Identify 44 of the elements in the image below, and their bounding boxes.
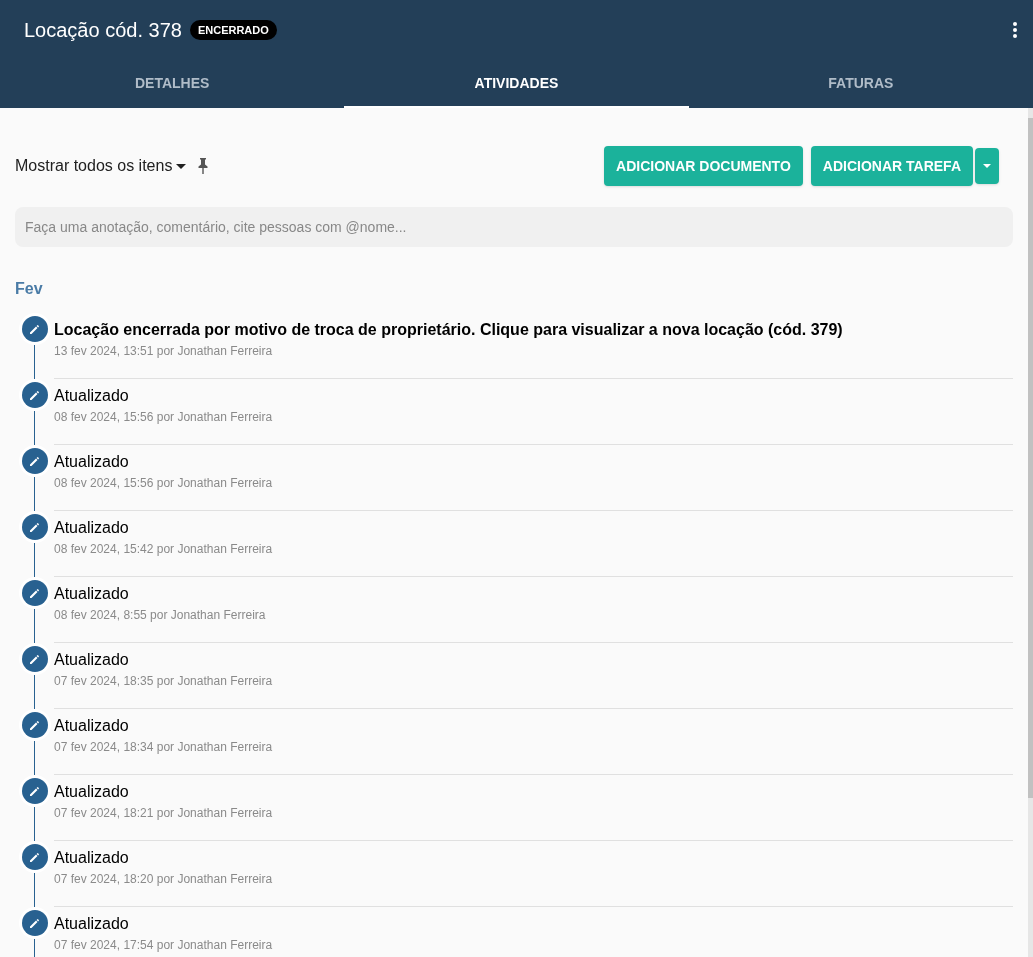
activity-title[interactable]: Locação encerrada por motivo de troca de proprietário. Clique para visualizar a nova locação (cód. 379) bbox=[54, 318, 1013, 342]
pencil-icon bbox=[21, 844, 48, 870]
scrollbar-thumb[interactable] bbox=[1028, 118, 1033, 798]
caret-icon bbox=[176, 163, 187, 169]
activity-meta: 07 fev 2024, 18:35 por Jonathan Ferreira bbox=[54, 673, 274, 690]
activity-meta: 08 fev 2024, 15:56 por Jonathan Ferreira bbox=[54, 475, 274, 492]
activity-title[interactable]: Atualizado bbox=[54, 516, 1013, 540]
activity-title[interactable]: Atualizado bbox=[54, 714, 1013, 738]
activity-meta: 07 fev 2024, 17:54 por Jonathan Ferreira bbox=[54, 937, 274, 954]
activity-meta: 07 fev 2024, 18:21 por Jonathan Ferreira bbox=[54, 805, 274, 822]
activity-meta: 08 fev 2024, 15:42 por Jonathan Ferreira bbox=[54, 541, 274, 558]
pencil-icon bbox=[21, 712, 48, 738]
pencil-icon bbox=[21, 910, 48, 936]
activity-title[interactable]: Atualizado bbox=[54, 582, 1013, 606]
activity-meta: 08 fev 2024, 15:56 por Jonathan Ferreira bbox=[54, 409, 274, 426]
activity-title[interactable]: Atualizado bbox=[54, 780, 1013, 804]
caret-icon bbox=[983, 164, 991, 168]
activity-title[interactable]: Atualizado bbox=[54, 846, 1013, 870]
activity-title[interactable]: Atualizado bbox=[54, 384, 1013, 408]
page-title: Locação cód. 378 bbox=[24, 18, 182, 43]
month-heading: Fev bbox=[15, 279, 44, 299]
tab[interactable]: FATURAS bbox=[688, 60, 1033, 108]
activity-meta: 08 fev 2024, 8:55 por Jonathan Ferreira bbox=[54, 607, 267, 624]
comment-input[interactable]: Faça uma anotação, comentário, cite pessoas com @nome... bbox=[15, 207, 1013, 247]
pencil-icon bbox=[21, 448, 48, 474]
activity-meta: 13 fev 2024, 13:51 por Jonathan Ferreira bbox=[54, 343, 274, 360]
pencil-icon bbox=[21, 646, 48, 672]
more-options-icon[interactable] bbox=[1013, 22, 1017, 38]
pencil-icon bbox=[21, 778, 48, 804]
activity-meta: 07 fev 2024, 18:20 por Jonathan Ferreira bbox=[54, 871, 274, 888]
tab[interactable]: DETALHES bbox=[0, 60, 345, 108]
activity-title[interactable]: Atualizado bbox=[54, 450, 1013, 474]
pin-icon[interactable] bbox=[198, 158, 209, 174]
activity-meta: 07 fev 2024, 18:34 por Jonathan Ferreira bbox=[54, 739, 274, 756]
pencil-icon bbox=[21, 514, 48, 540]
dropdown-toggle-button[interactable] bbox=[975, 148, 999, 184]
status-badge: ENCERRADO bbox=[189, 19, 277, 41]
filter-dropdown[interactable]: Mostrar todos os itens bbox=[15, 154, 187, 178]
activity-title[interactable]: Atualizado bbox=[54, 912, 1013, 936]
pencil-icon bbox=[21, 316, 48, 342]
tab[interactable]: ATIVIDADES bbox=[344, 60, 689, 108]
activity-title[interactable]: Atualizado bbox=[54, 648, 1013, 672]
pencil-icon bbox=[21, 580, 48, 606]
pencil-icon bbox=[21, 382, 48, 408]
